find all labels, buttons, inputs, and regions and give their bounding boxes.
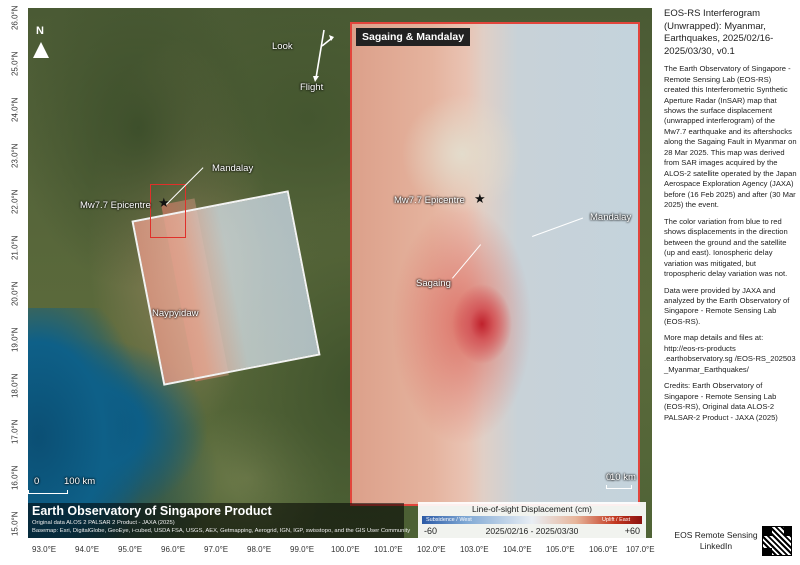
- inset-epicentre-label: Mw7.7 Epicentre: [394, 195, 465, 206]
- main-map[interactable]: N Look Flight Mandalay ★ Mw7.7 Epicentre…: [28, 8, 652, 538]
- lon-label: 105.0°E: [546, 545, 575, 554]
- banner-title: Earth Observatory of Singapore Product: [32, 504, 272, 518]
- inset-mandalay-label: Mandalay: [590, 212, 632, 223]
- panel-title: EOS-RS Interferogram (Unwrapped): Myanma…: [664, 8, 774, 57]
- legend-right-label: Uplift / East: [602, 517, 631, 523]
- inset-mandalay-leader-line: [532, 217, 584, 237]
- lat-label: 24.0°N: [10, 97, 20, 123]
- north-arrow-icon: [33, 42, 49, 58]
- epicentre-star-icon[interactable]: ★: [158, 196, 170, 209]
- lat-label: 19.0°N: [10, 327, 20, 353]
- epicentre-label: Mw7.7 Epicentre: [80, 200, 151, 211]
- inset-sagaing-label: Sagaing: [416, 278, 451, 289]
- inset-extent-box[interactable]: [150, 184, 186, 238]
- naypyidaw-label: Naypyidaw: [152, 308, 199, 319]
- lat-label: 20.0°N: [10, 281, 20, 307]
- lon-label: 99.0°E: [290, 545, 315, 554]
- panel-paragraph: The Earth Observatory of Singapore - Rem…: [664, 64, 797, 210]
- lat-label: 25.0°N: [10, 51, 20, 77]
- legend-dates: 2025/02/16 - 2025/03/30: [485, 526, 579, 536]
- lon-label: 93.0°E: [32, 545, 57, 554]
- inset-sagaing-leader-line: [452, 244, 482, 279]
- legend-title: Line-of-sight Displacement (cm): [472, 504, 592, 514]
- inset-epicentre-star-icon[interactable]: ★: [474, 192, 486, 205]
- inset-map-sagaing-mandalay[interactable]: Sagaing & Mandalay ★ Mw7.7 Epicentre Man…: [350, 22, 640, 506]
- look-label: Look: [272, 41, 293, 52]
- lon-label: 101.0°E: [374, 545, 403, 554]
- lat-label: 23.0°N: [10, 143, 20, 169]
- legend-max: +60: [624, 526, 640, 536]
- description-panel: EOS-RS Interferogram (Unwrapped): Myanma…: [664, 8, 798, 423]
- scale-bar-segment: [28, 490, 68, 494]
- lon-label: 97.0°E: [204, 545, 229, 554]
- displacement-legend: Line-of-sight Displacement (cm) Subsiden…: [418, 502, 646, 538]
- lat-label: 21.0°N: [10, 235, 20, 261]
- qr-code-icon[interactable]: [762, 526, 792, 556]
- lon-label: 100.0°E: [331, 545, 360, 554]
- legend-left-label: Subsidence / West: [426, 517, 472, 523]
- scale-distance-label: 100 km: [64, 476, 96, 487]
- look-flight-arrows-icon: [313, 29, 334, 82]
- inset-title: Sagaing & Mandalay: [356, 28, 471, 46]
- panel-paragraph: Data were provided by JAXA and analyzed …: [664, 285, 790, 326]
- lat-label: 18.0°N: [10, 373, 20, 399]
- lon-label: 102.0°E: [417, 545, 446, 554]
- flight-label: Flight: [300, 82, 324, 93]
- banner-original-data: Original data ALOS 2 PALSAR 2 Product - …: [32, 520, 175, 526]
- inset-scale-bar-segment: [606, 485, 632, 489]
- banner-basemap-credit: Basemap: Esri, DigitalGlobe, GeoEye, i-c…: [32, 528, 411, 534]
- lon-label: 106.0°E: [589, 545, 618, 554]
- lat-label: 26.0°N: [10, 5, 20, 31]
- mandalay-label: Mandalay: [212, 163, 254, 174]
- panel-credits: Credits: Earth Observatory of Singapore …: [664, 381, 778, 422]
- lat-label: 17.0°N: [10, 419, 20, 445]
- lon-label: 94.0°E: [75, 545, 100, 554]
- lat-label: 15.0°N: [10, 511, 20, 537]
- linkedin-link[interactable]: EOS Remote Sensing LinkedIn: [668, 530, 764, 552]
- north-label: N: [36, 25, 44, 37]
- panel-link-paragraph[interactable]: More map details and files at: http://eo…: [664, 333, 798, 375]
- inset-scale-distance: 10 km: [610, 472, 636, 483]
- lat-label: 16.0°N: [10, 465, 20, 491]
- panel-paragraph: The color variation from blue to red sho…: [664, 216, 788, 279]
- scale-zero-label: 0: [34, 476, 40, 487]
- lon-label: 95.0°E: [118, 545, 143, 554]
- lon-label: 104.0°E: [503, 545, 532, 554]
- product-banner: Earth Observatory of Singapore Product O…: [28, 503, 410, 538]
- lon-label: 96.0°E: [161, 545, 186, 554]
- lat-label: 22.0°N: [10, 189, 20, 215]
- lon-label: 98.0°E: [247, 545, 272, 554]
- lon-label: 107.0°E: [626, 545, 655, 554]
- lon-label: 103.0°E: [460, 545, 489, 554]
